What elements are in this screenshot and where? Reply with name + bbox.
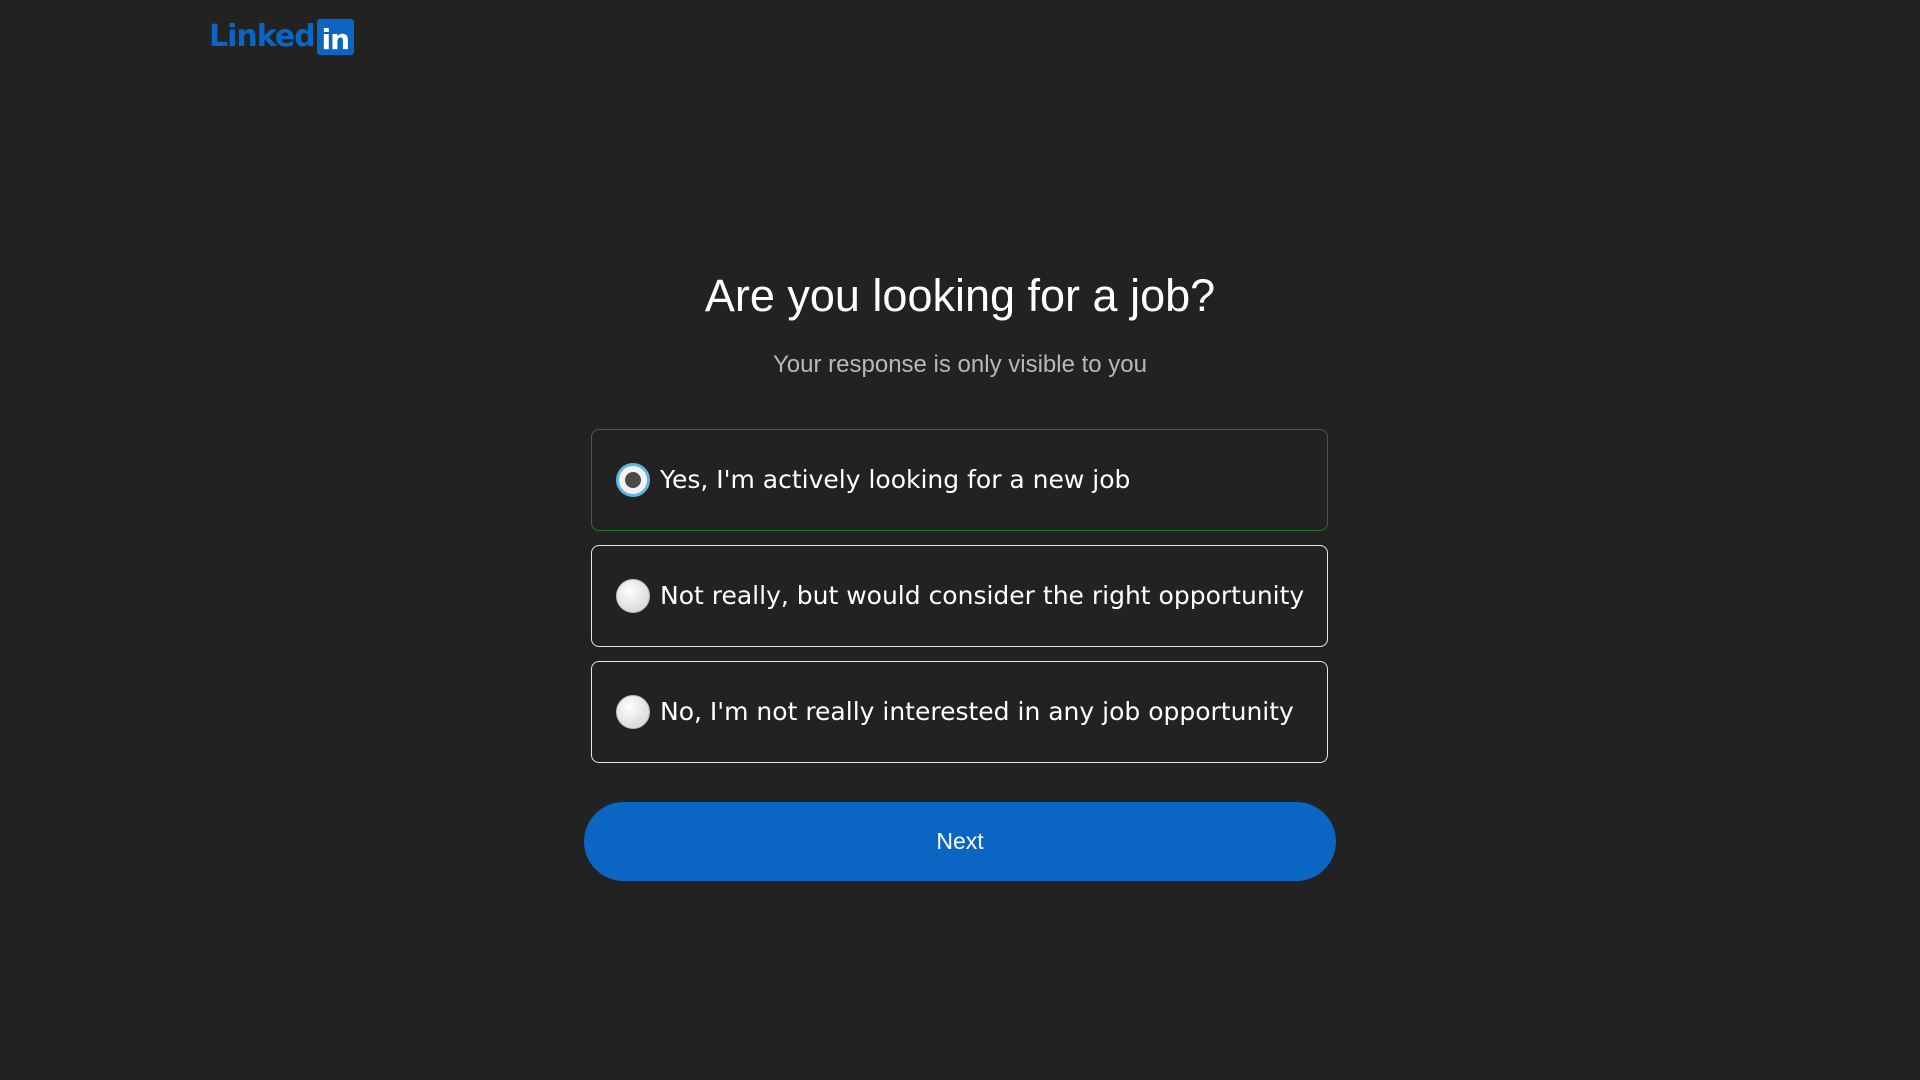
option-label: No, I'm not really interested in any job… — [660, 697, 1294, 726]
option-label: Not really, but would consider the right… — [660, 581, 1305, 610]
next-button[interactable]: Next — [584, 802, 1336, 881]
option-label: Yes, I'm actively looking for a new job — [660, 465, 1131, 494]
radio-button[interactable] — [616, 695, 650, 729]
option-not-interested[interactable]: No, I'm not really interested in any job… — [591, 661, 1328, 763]
option-would-consider[interactable]: Not really, but would consider the right… — [591, 545, 1328, 647]
logo-in-box: in — [316, 18, 354, 56]
radio-button-selected[interactable] — [616, 463, 650, 497]
linkedin-logo[interactable]: Linked in — [209, 18, 354, 56]
option-actively-looking[interactable]: Yes, I'm actively looking for a new job — [591, 429, 1328, 531]
radio-button[interactable] — [616, 579, 650, 613]
page-subtitle: Your response is only visible to you — [773, 351, 1147, 378]
logo-wordmark: Linked — [209, 19, 316, 54]
page-title: Are you looking for a job? — [704, 270, 1216, 321]
